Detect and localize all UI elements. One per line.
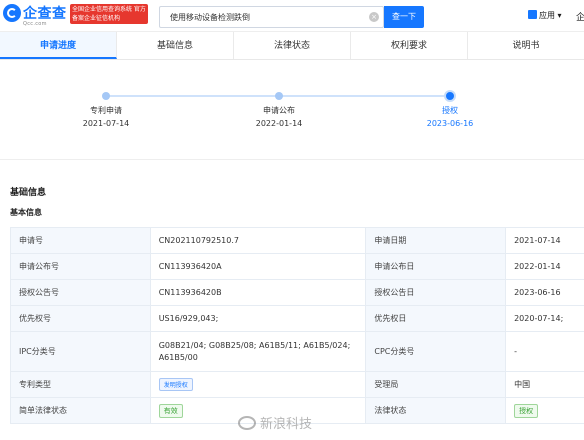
table-row: IPC分类号 G08B21/04; G08B25/08; A61B5/11; A… — [10, 331, 584, 372]
simple-legal-status-tag: 有效 — [158, 403, 183, 418]
top-header: 企查查 Qcc.com 全国企业信用查询系统 官方备案企业征信机构 使用移动设备… — [0, 0, 584, 32]
tab-application-progress[interactable]: 申请进度 — [0, 32, 117, 59]
field-value: 2021-07-14 — [505, 227, 584, 254]
weibo-logo-icon — [238, 416, 256, 430]
field-value: 发明授权 — [149, 371, 367, 398]
field-value: 中国 — [505, 371, 584, 398]
basic-info-table: 申请号 CN202110792510.7 申请日期 2021-07-14 申请公… — [10, 227, 584, 424]
field-value: 2020-07-14; — [505, 305, 584, 332]
field-value: US16/929,043; — [149, 305, 367, 332]
table-row: 优先权号 US16/929,043; 优先权日 2020-07-14; — [10, 305, 584, 332]
field-value: 授权 — [505, 397, 584, 424]
logo-text[interactable]: 企查查 — [23, 3, 67, 23]
field-label: 申请公布号 — [10, 253, 151, 280]
field-label: IPC分类号 — [10, 331, 151, 372]
timeline-dot-granted — [444, 90, 456, 102]
table-row: 申请号 CN202110792510.7 申请日期 2021-07-14 — [10, 227, 584, 254]
watermark-text: 新浪科技 — [260, 417, 313, 432]
patent-type-tag: 发明授权 — [158, 378, 193, 391]
field-label: 优先权号 — [10, 305, 151, 332]
field-value: CN113936420A — [149, 253, 367, 280]
application-timeline: 专利申请 2021-07-14 申请公布 2022-01-14 授权 2023-… — [0, 60, 584, 160]
timeline-dot-filed — [102, 92, 110, 100]
field-label: 授权公告号 — [10, 279, 151, 306]
clear-icon[interactable]: × — [369, 12, 379, 22]
field-value: 2022-01-14 — [505, 253, 584, 280]
logo-domain: Qcc.com — [23, 21, 47, 27]
table-row: 授权公告号 CN113936420B 授权公告日 2023-06-16 — [10, 279, 584, 306]
search-button[interactable]: 查一下 — [384, 6, 424, 28]
tab-basic-info[interactable]: 基础信息 — [117, 32, 234, 59]
apps-label: 应用 — [539, 11, 555, 20]
tab-claims[interactable]: 权利要求 — [351, 32, 468, 59]
header-corner-text[interactable]: 企 — [576, 10, 584, 23]
field-value: CN202110792510.7 — [149, 227, 367, 254]
field-label: 法律状态 — [365, 397, 507, 424]
field-label: 申请公布日 — [365, 253, 507, 280]
subsection-title: 基本信息 — [10, 208, 42, 217]
apps-grid-icon — [528, 10, 537, 19]
weibo-watermark: 新浪科技 — [238, 413, 312, 432]
field-value: 2023-06-16 — [505, 279, 584, 306]
credit-badge: 全国企业信用查询系统 官方备案企业征信机构 — [70, 4, 148, 24]
tab-bar: 申请进度 基础信息 法律状态 权利要求 说明书 — [0, 32, 584, 60]
search-input[interactable]: 使用移动设备检测跌倒 × — [159, 6, 384, 28]
search-input-value[interactable]: 使用移动设备检测跌倒 — [170, 12, 250, 23]
timeline-date-filed: 2021-07-14 — [82, 119, 130, 128]
timeline-label-published: 申请公布 — [263, 106, 295, 115]
timeline-date-granted: 2023-06-16 — [426, 119, 474, 128]
apps-menu[interactable]: 应用 ▾ — [528, 10, 562, 21]
table-row: 申请公布号 CN113936420A 申请公布日 2022-01-14 — [10, 253, 584, 280]
timeline-label-granted: 授权 — [442, 106, 458, 115]
section-title-basic-info: 基础信息 — [10, 188, 47, 198]
field-value: CN113936420B — [149, 279, 367, 306]
timeline-label-filed: 专利申请 — [90, 106, 122, 115]
field-label: 优先权日 — [365, 305, 507, 332]
field-label: 申请日期 — [365, 227, 507, 254]
tab-description[interactable]: 说明书 — [468, 32, 584, 59]
legal-status-tag: 授权 — [514, 403, 539, 418]
field-value: - — [505, 331, 584, 372]
field-label: 专利类型 — [10, 371, 151, 398]
timeline-date-published: 2022-01-14 — [255, 119, 303, 128]
qcc-logo-icon[interactable] — [3, 4, 21, 22]
field-label: 授权公告日 — [365, 279, 507, 306]
table-row: 专利类型 发明授权 受理局 中国 — [10, 371, 584, 398]
field-label: CPC分类号 — [365, 331, 507, 372]
tab-legal-status[interactable]: 法律状态 — [234, 32, 351, 59]
field-label: 受理局 — [365, 371, 507, 398]
field-label: 申请号 — [10, 227, 151, 254]
field-value: G08B21/04; G08B25/08; A61B5/11; A61B5/02… — [149, 331, 367, 372]
field-label: 简单法律状态 — [10, 397, 151, 424]
timeline-dot-published — [275, 92, 283, 100]
